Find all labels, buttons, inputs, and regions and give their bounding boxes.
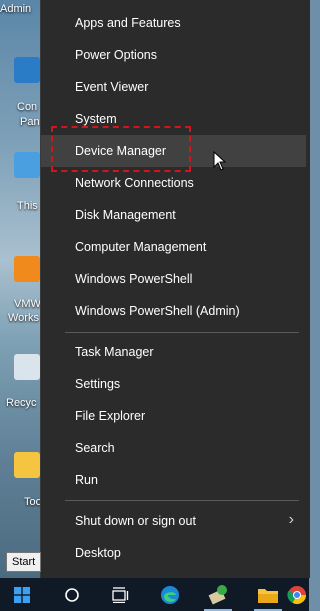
windows-start-icon[interactable] <box>2 578 42 611</box>
menu-item-event-viewer[interactable]: Event Viewer <box>41 71 306 103</box>
menu-item-run[interactable]: Run <box>41 464 306 496</box>
file-explorer-icon[interactable] <box>248 578 288 611</box>
start-tooltip: Start <box>6 552 42 572</box>
vmware-icon[interactable] <box>14 256 40 282</box>
chevron-right-icon: › <box>288 511 294 528</box>
search-circle-icon[interactable] <box>52 578 92 611</box>
chrome-icon[interactable] <box>285 578 309 611</box>
menu-item-apps-and-features[interactable]: Apps and Features <box>41 7 306 39</box>
desktop-label: This <box>17 200 38 212</box>
this-pc-icon[interactable] <box>14 152 40 178</box>
menu-item-desktop[interactable]: Desktop <box>41 537 306 569</box>
menu-item-computer-management[interactable]: Computer Management <box>41 231 306 263</box>
annotation-highlight-box <box>51 126 191 172</box>
pinned-app-icon[interactable] <box>198 578 238 611</box>
menu-item-task-manager[interactable]: Task Manager <box>41 336 306 368</box>
recycle-bin-icon[interactable] <box>14 354 40 380</box>
menu-item-shut-down-or-sign-out[interactable]: Shut down or sign out › <box>41 505 306 537</box>
edge-icon[interactable] <box>150 578 190 611</box>
desktop-label: Works <box>8 312 39 324</box>
desktop-label: Con <box>17 101 38 113</box>
menu-item-search[interactable]: Search <box>41 432 306 464</box>
task-view-icon[interactable] <box>100 578 140 611</box>
menu-item-windows-powershell-admin[interactable]: Windows PowerShell (Admin) <box>41 295 306 327</box>
desktop-label: Admin <box>0 3 32 15</box>
desktop-label: Pan <box>20 116 40 128</box>
menu-item-file-explorer[interactable]: File Explorer <box>41 400 306 432</box>
winx-context-menu: Apps and Features Power Options Event Vi… <box>40 0 310 578</box>
taskbar <box>0 578 309 611</box>
menu-item-windows-powershell[interactable]: Windows PowerShell <box>41 263 306 295</box>
desktop-label: Recyc <box>6 397 37 409</box>
folder-icon[interactable] <box>14 452 40 478</box>
menu-item-disk-management[interactable]: Disk Management <box>41 199 306 231</box>
menu-item-power-options[interactable]: Power Options <box>41 39 306 71</box>
menu-item-settings[interactable]: Settings <box>41 368 306 400</box>
desktop-label: VMW <box>14 298 41 310</box>
mouse-cursor-icon <box>213 151 227 171</box>
menu-separator <box>65 500 299 501</box>
control-panel-icon[interactable] <box>14 57 40 83</box>
menu-item-label: Shut down or sign out <box>75 514 196 528</box>
menu-separator <box>65 332 299 333</box>
